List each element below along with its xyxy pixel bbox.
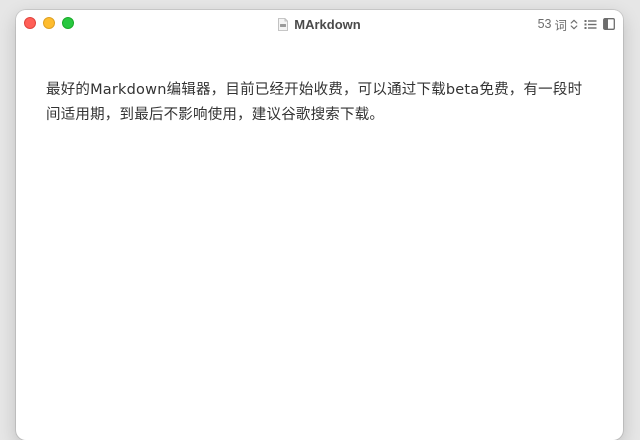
editor-paragraph[interactable]: 最好的Markdown编辑器，目前已经开始收费，可以通过下载beta免费，有一段… <box>46 78 596 128</box>
word-count-button[interactable]: 53 词 <box>538 15 578 34</box>
window-title[interactable]: MArkdown <box>294 17 360 32</box>
window-title-area: MArkdown <box>16 10 623 38</box>
chevron-updown-icon <box>570 19 578 30</box>
word-count-number: 53 <box>537 17 552 31</box>
window-controls <box>24 17 74 29</box>
app-window: MArkdown 53 词 最好的Markdown编辑器，目前已经开始收费，可以… <box>16 10 623 440</box>
list-outline-icon[interactable] <box>584 19 597 30</box>
zoom-button[interactable] <box>62 17 74 29</box>
minimize-button[interactable] <box>43 17 55 29</box>
word-count-unit: 词 <box>554 18 567 33</box>
title-toolbar: 53 词 <box>538 10 615 38</box>
sidebar-toggle-icon[interactable] <box>603 18 615 30</box>
document-icon[interactable] <box>278 17 289 31</box>
title-bar[interactable]: MArkdown 53 词 <box>16 10 623 38</box>
close-button[interactable] <box>24 17 36 29</box>
markdown-editor[interactable]: 最好的Markdown编辑器，目前已经开始收费，可以通过下载beta免费，有一段… <box>46 78 596 128</box>
